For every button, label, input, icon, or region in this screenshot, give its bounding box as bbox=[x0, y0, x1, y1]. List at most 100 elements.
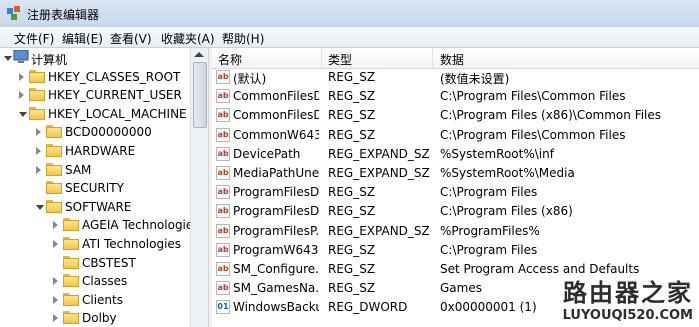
expand-arrow-icon[interactable] bbox=[19, 72, 24, 81]
cell-data: %ProgramFiles% bbox=[440, 223, 540, 238]
list-row[interactable]: abMediaPathUne... REG_EXPAND_SZ %SystemRoo… bbox=[212, 164, 699, 183]
tree-node[interactable]: BCD00000000 bbox=[0, 123, 190, 141]
cell-name: MediaPathUne... bbox=[233, 166, 319, 180]
tree-node-label: AGEIA Technologies bbox=[82, 218, 190, 233]
string-value-icon: ab bbox=[216, 166, 230, 180]
string-value-icon: ab bbox=[216, 146, 230, 161]
window-title: 注册表编辑器 bbox=[27, 8, 100, 22]
scroll-up-arrow-icon[interactable] bbox=[194, 52, 204, 57]
cell-data: C:\Program Files\Common Files bbox=[440, 127, 626, 142]
expand-arrow-icon[interactable] bbox=[53, 240, 58, 248]
registry-tree[interactable]: 计算机 HKEY_CLASSES_ROOT HKEY_CURRENT_USER HK… bbox=[0, 48, 190, 327]
list-row[interactable]: ab ProgramFilesDir REG_SZ C:\Program Files bbox=[212, 183, 699, 202]
tree-node[interactable]: Classes bbox=[0, 272, 190, 290]
folder-icon bbox=[46, 144, 62, 157]
expand-arrow-icon[interactable] bbox=[36, 128, 41, 137]
watermark-en: LUYOUQI520.COM bbox=[562, 308, 693, 323]
folder-icon bbox=[46, 125, 62, 139]
list-row[interactable]: abProgramW643... REG_SZ C:\Program Files bbox=[212, 241, 699, 260]
tree-node[interactable]: ATI Technologies bbox=[0, 235, 190, 253]
cell-name: ProgramFilesDir bbox=[233, 185, 319, 200]
folder-icon bbox=[63, 274, 79, 288]
expander-icon[interactable] bbox=[4, 56, 12, 61]
menu-file[interactable]: 文件(F) bbox=[14, 30, 54, 47]
cell-name: SM_GamesNa... bbox=[233, 281, 319, 296]
tree-node-label: SECURITY bbox=[65, 181, 124, 196]
list-row[interactable]: ab DevicePath REG_EXPAND_SZ %SystemRoot%\in… bbox=[212, 145, 699, 164]
folder-icon bbox=[63, 292, 79, 306]
tree-node[interactable]: HARDWARE bbox=[0, 142, 190, 160]
list-row[interactable]: ab (默认) REG_SZ (数值未设置) bbox=[212, 68, 699, 87]
cell-name: ProgramW643... bbox=[233, 242, 319, 257]
list-header: 名称 类型 数据 bbox=[212, 48, 699, 69]
menu-edit[interactable]: 编辑(E) bbox=[62, 30, 103, 47]
folder-icon bbox=[29, 88, 45, 102]
tree-node-label: 计算机 bbox=[31, 53, 68, 67]
cell-type: REG_SZ bbox=[328, 127, 376, 142]
tree-node[interactable]: HKEY_LOCAL_MACHINE bbox=[0, 105, 190, 123]
cell-data: (数值未设置) bbox=[440, 72, 510, 86]
cell-type: REG_DWORD bbox=[328, 300, 408, 315]
tree-node[interactable]: SOFTWARE bbox=[0, 198, 190, 216]
cell-data: C:\Program Files bbox=[440, 185, 538, 200]
string-value-icon: ab bbox=[216, 70, 230, 84]
cell-name: WindowsBackup bbox=[233, 300, 319, 315]
watermark-cn: 路由器之家 bbox=[563, 279, 693, 307]
computer-icon bbox=[13, 50, 29, 63]
string-value-icon: ab bbox=[216, 242, 230, 257]
tree-node[interactable]: SAM bbox=[0, 161, 190, 179]
tree-node[interactable]: HKEY_CLASSES_ROOT bbox=[0, 68, 190, 86]
scroll-thumb[interactable] bbox=[193, 62, 207, 128]
expand-arrow-icon[interactable] bbox=[36, 147, 41, 155]
collapse-arrow-icon[interactable] bbox=[36, 204, 44, 210]
column-data-header[interactable]: 数据 bbox=[440, 51, 464, 68]
string-value-icon: ab bbox=[216, 223, 230, 238]
expand-arrow-icon[interactable] bbox=[53, 277, 58, 286]
cell-data: C:\Program Files\Common Files bbox=[440, 89, 626, 104]
tree-node-label: ATI Technologies bbox=[82, 237, 182, 251]
column-name-header[interactable]: 名称 bbox=[218, 51, 242, 68]
binary-value-icon: 01 bbox=[216, 300, 230, 315]
list-row[interactable]: abCommonW643... REG_SZ C:\Program Files\Co… bbox=[212, 126, 699, 145]
cell-name: CommonW643... bbox=[233, 127, 319, 142]
tree-node-label: HARDWARE bbox=[65, 144, 136, 158]
cell-type: REG_SZ bbox=[328, 204, 376, 219]
list-row[interactable]: abCommonFilesD... REG_SZ C:\Program Files … bbox=[212, 106, 699, 125]
tree-node-label: Dolby bbox=[82, 311, 117, 326]
list-row[interactable]: ab ProgramFilesP... REG_EXPAND_SZ %ProgramF… bbox=[212, 222, 699, 241]
tree-node[interactable]: Dolby bbox=[0, 309, 190, 327]
expand-arrow-icon[interactable] bbox=[53, 295, 58, 304]
expand-arrow-icon[interactable] bbox=[36, 165, 41, 174]
cell-name: ProgramFilesD... bbox=[233, 204, 319, 219]
tree-node-computer[interactable]: 计算机 bbox=[0, 49, 190, 67]
menu-view[interactable]: 查看(V) bbox=[110, 30, 152, 47]
column-type-header[interactable]: 类型 bbox=[328, 51, 352, 68]
tree-node[interactable]: HKEY_CURRENT_USER bbox=[0, 86, 190, 104]
cell-data: C:\Program Files (x86) bbox=[440, 204, 573, 219]
watermark: 路由器之家 LUYOUQI520.COM bbox=[563, 273, 693, 323]
tree-node-label: SAM bbox=[65, 162, 92, 177]
expand-arrow-icon[interactable] bbox=[19, 91, 24, 100]
tree-node[interactable]: AGEIA Technologies bbox=[0, 216, 190, 234]
list-row[interactable]: abProgramFilesD... REG_SZ C:\Program Files… bbox=[212, 202, 699, 221]
list-row[interactable]: abCommonFilesDir REG_SZ C:\Program Files\C… bbox=[212, 87, 699, 106]
cell-type: REG_SZ bbox=[328, 70, 376, 84]
column-divider[interactable] bbox=[432, 48, 433, 68]
folder-icon bbox=[63, 311, 79, 325]
cell-type: REG_SZ bbox=[328, 89, 376, 104]
tree-node[interactable]: CBSTEST bbox=[0, 254, 190, 272]
collapse-arrow-icon[interactable] bbox=[19, 111, 27, 117]
cell-type: REG_SZ bbox=[328, 108, 376, 123]
column-divider[interactable] bbox=[321, 48, 322, 68]
menu-help[interactable]: 帮助(H) bbox=[222, 30, 264, 47]
expand-arrow-icon[interactable] bbox=[53, 314, 58, 323]
cell-name: ProgramFilesP... bbox=[233, 223, 319, 238]
tree-node-label: Classes bbox=[82, 274, 128, 289]
menu-favorites[interactable]: 收藏夹(A) bbox=[161, 30, 215, 47]
expand-arrow-icon[interactable] bbox=[53, 221, 58, 230]
tree-node[interactable]: Clients bbox=[0, 291, 190, 309]
string-value-icon: ab bbox=[216, 185, 230, 200]
tree-node[interactable]: SECURITY bbox=[0, 179, 190, 197]
tree-scrollbar[interactable] bbox=[190, 48, 208, 327]
cell-data: C:\Program Files (x86)\Common Files bbox=[440, 108, 662, 123]
